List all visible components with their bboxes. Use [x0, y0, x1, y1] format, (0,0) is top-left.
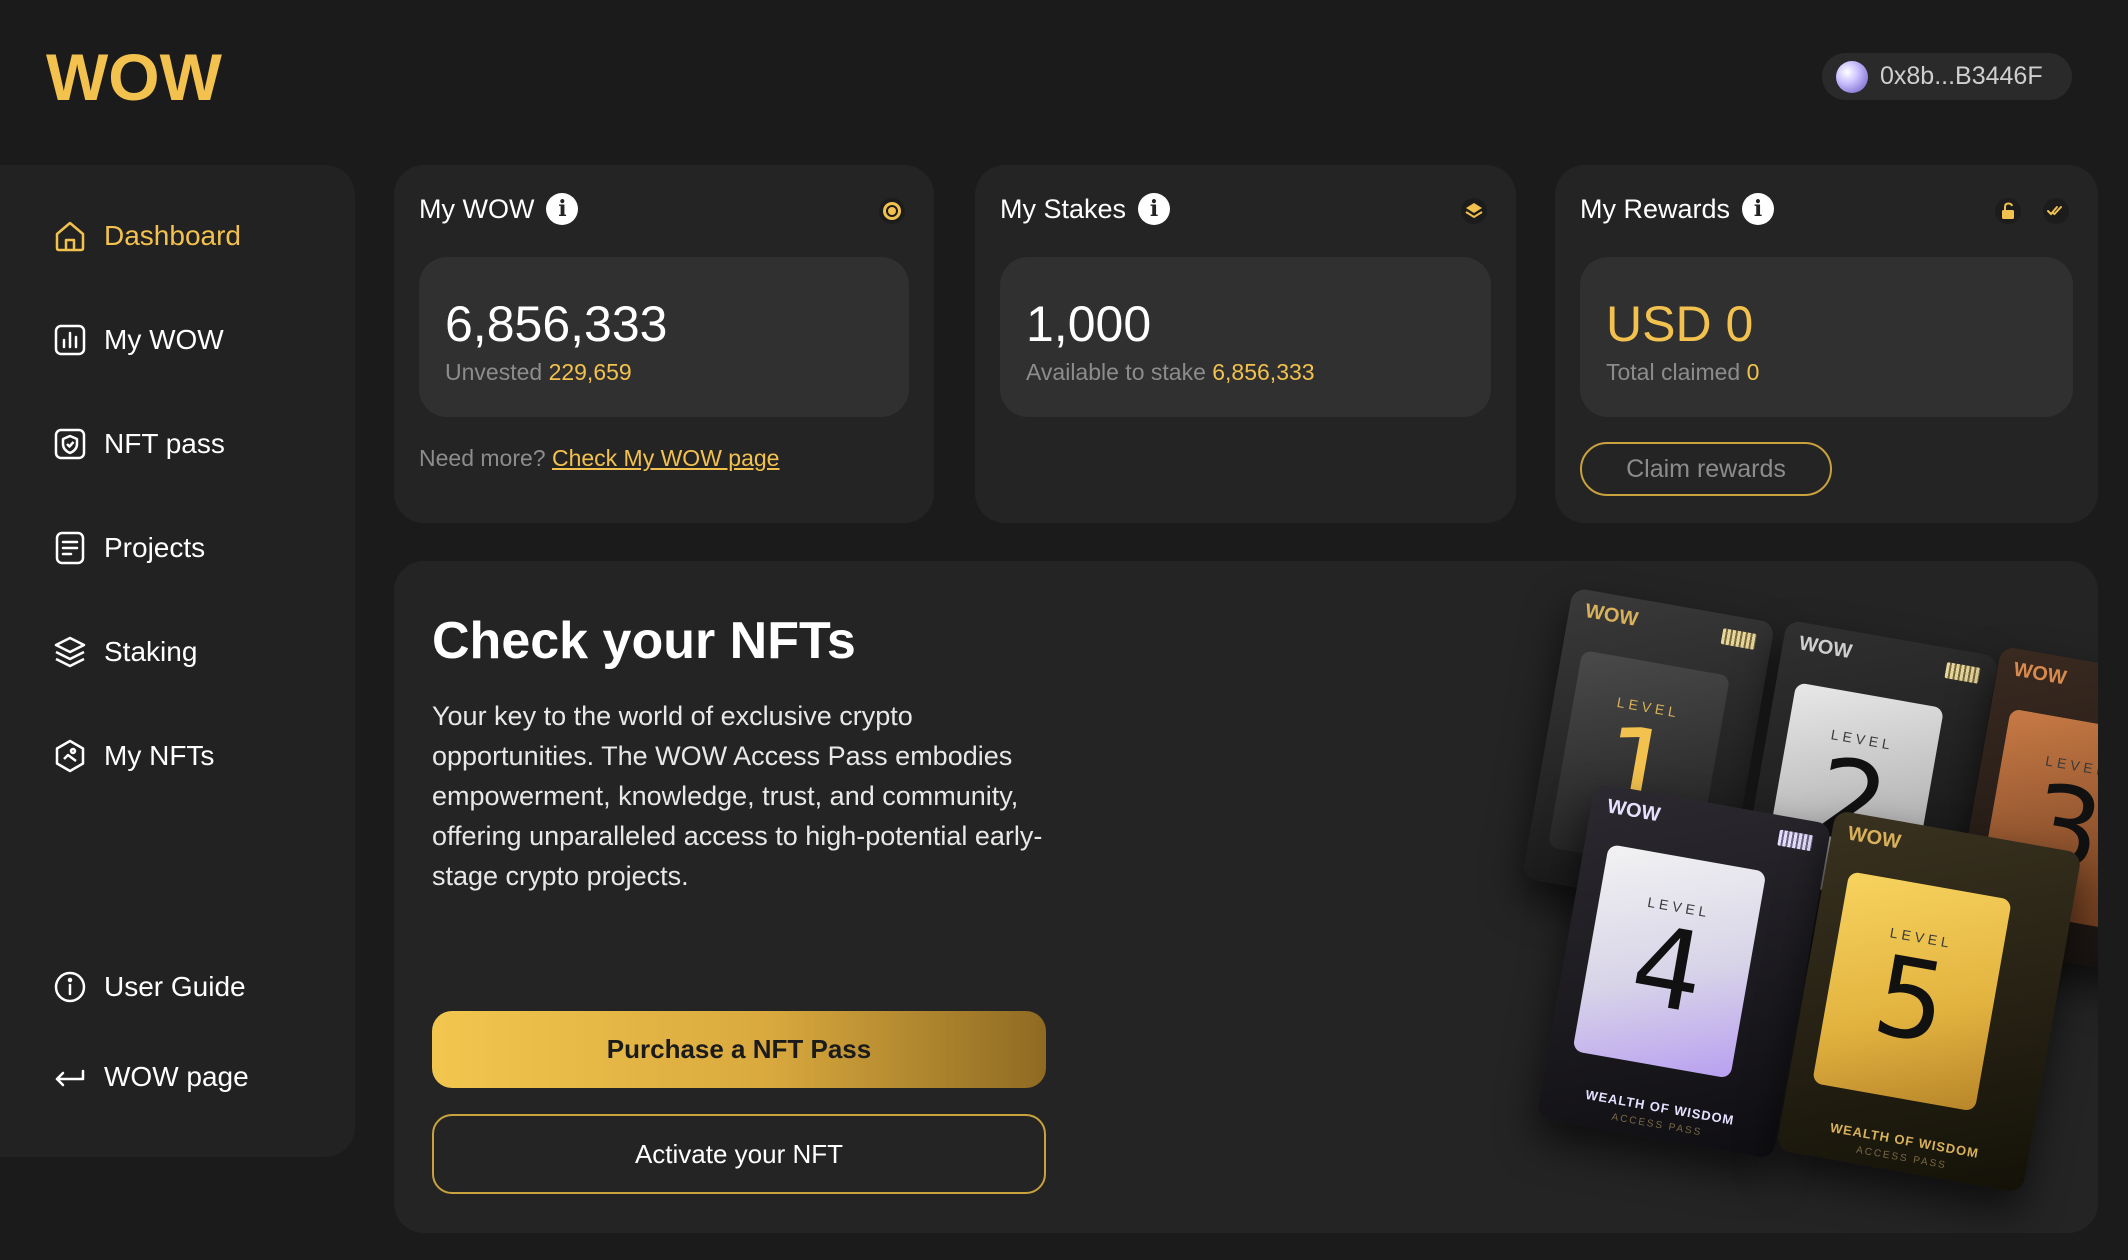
- sidebar-item-label: My WOW: [104, 324, 224, 355]
- need-more-text: Need more?: [419, 445, 546, 471]
- sidebar-item-label: Staking: [104, 636, 198, 667]
- value-box: 1,000 Available to stake 6,856,333: [1000, 257, 1491, 417]
- value-box: USD 0 Total claimed 0: [1580, 257, 2073, 417]
- activate-nft-button[interactable]: Activate your NFT: [432, 1114, 1046, 1194]
- available-label: Available to stake: [1026, 359, 1206, 385]
- info-icon[interactable]: i: [1742, 193, 1775, 225]
- stake-layers-icon: [1461, 198, 1487, 224]
- sidebar-item-label: User Guide: [104, 971, 246, 1002]
- sidebar-item-wow-page[interactable]: WOW page: [52, 1059, 249, 1095]
- total-claimed-label: Total claimed: [1606, 359, 1741, 385]
- total-claimed-value: 0: [1746, 359, 1760, 385]
- sidebar-item-label: NFT pass: [104, 428, 225, 459]
- info-icon[interactable]: i: [1138, 193, 1171, 225]
- value-box: 6,856,333 Unvested 229,659: [419, 257, 909, 417]
- unvested-value: 229,659: [548, 359, 632, 385]
- layers-icon: [54, 636, 86, 668]
- wow-logo: WOW: [46, 46, 223, 108]
- info-icon[interactable]: i: [546, 193, 579, 225]
- chart-icon: [54, 324, 86, 356]
- stakes-value: 1,000: [1026, 296, 1152, 352]
- card-title: My Stakes: [1000, 193, 1127, 224]
- sidebar-item-staking[interactable]: Staking: [52, 634, 197, 670]
- nft-pass-images: WOW LEVEL 1 WOW LEVEL 2 WOW LEVEL 3 WOW …: [1521, 561, 2098, 1233]
- shield-icon: [54, 428, 86, 460]
- purchase-nft-pass-button[interactable]: Purchase a NFT Pass: [432, 1011, 1046, 1088]
- home-icon: [55, 221, 85, 252]
- wallet-button[interactable]: 0x8b...B3446F: [1822, 53, 2072, 100]
- wow-balance: 6,856,333: [445, 296, 668, 352]
- wallet-address: 0x8b...B3446F: [1880, 62, 2043, 90]
- sidebar-item-user-guide[interactable]: User Guide: [52, 969, 246, 1005]
- sidebar-item-dashboard[interactable]: Dashboard: [52, 218, 241, 254]
- card-title: My WOW: [419, 193, 535, 224]
- nft-icon: [55, 739, 85, 773]
- sidebar-item-label: My NFTs: [104, 740, 215, 771]
- sidebar-item-label: WOW page: [104, 1061, 249, 1092]
- info-icon: [54, 971, 86, 1003]
- nft-title: Check your NFTs: [432, 612, 856, 670]
- card-title: My Rewards: [1580, 193, 1731, 224]
- my-wow-card: My WOW i 6,856,333 Unvested 229,659 Need…: [394, 165, 934, 523]
- nft-panel: Check your NFTs Your key to the world of…: [394, 561, 2098, 1233]
- sidebar: Dashboard My WOW NFT pass Projects Staki…: [0, 165, 355, 1157]
- sidebar-item-my-nfts[interactable]: My NFTs: [52, 738, 214, 774]
- sidebar-item-projects[interactable]: Projects: [52, 530, 205, 566]
- svg-text:WOW: WOW: [46, 46, 223, 108]
- document-icon: [55, 531, 85, 565]
- return-arrow-icon: [55, 1069, 85, 1087]
- check-my-wow-link[interactable]: Check My WOW page: [552, 445, 780, 471]
- wow-token-icon: [879, 198, 905, 224]
- rewards-value: USD 0: [1606, 296, 1754, 352]
- sidebar-item-my-wow[interactable]: My WOW: [52, 322, 224, 358]
- sidebar-item-label: Projects: [104, 532, 206, 563]
- available-value: 6,856,333: [1212, 359, 1315, 385]
- sidebar-item-nft-pass[interactable]: NFT pass: [52, 426, 225, 462]
- wallet-avatar: [1836, 60, 1868, 93]
- unvested-label: Unvested: [445, 359, 543, 385]
- unlock-icon: [1995, 198, 2021, 224]
- nft-description: Your key to the world of exclusive crypt…: [432, 701, 1043, 891]
- sidebar-item-label: Dashboard: [104, 220, 241, 251]
- my-stakes-card: My Stakes i 1,000 Available to stake 6,8…: [975, 165, 1516, 523]
- claim-rewards-button[interactable]: Claim rewards: [1580, 442, 1832, 496]
- double-check-icon: [2043, 198, 2069, 224]
- my-rewards-card: My Rewards i USD 0 Total claimed 0 Claim…: [1555, 165, 2098, 523]
